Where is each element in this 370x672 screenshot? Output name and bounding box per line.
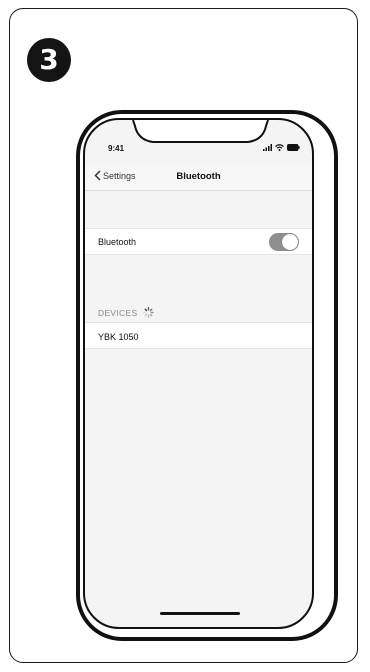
page-title: Bluetooth [176, 171, 221, 182]
bluetooth-setting-row: Bluetooth [85, 228, 312, 255]
devices-header-label: DEVICES [98, 307, 138, 318]
battery-icon [287, 144, 300, 151]
wifi-icon [275, 144, 284, 151]
loading-spinner-icon [143, 307, 155, 318]
notch-outline [132, 120, 269, 143]
bluetooth-label: Bluetooth [98, 237, 137, 247]
device-list-item[interactable]: YBK 1050 [85, 322, 312, 349]
phone-screen: 9:41 Settings Bluetooth Bluetooth DEVICE… [83, 118, 314, 629]
cellular-signal-icon [263, 144, 272, 151]
navigation-bar: Settings Bluetooth [85, 165, 312, 191]
bluetooth-toggle[interactable] [269, 233, 299, 251]
home-indicator [160, 612, 240, 615]
device-name: YBK 1050 [98, 332, 139, 342]
devices-section-header: DEVICES [98, 307, 155, 318]
toggle-knob [282, 234, 298, 250]
status-time: 9:41 [108, 144, 125, 153]
step-number-badge: 3 [27, 38, 71, 82]
status-icons [263, 144, 300, 151]
